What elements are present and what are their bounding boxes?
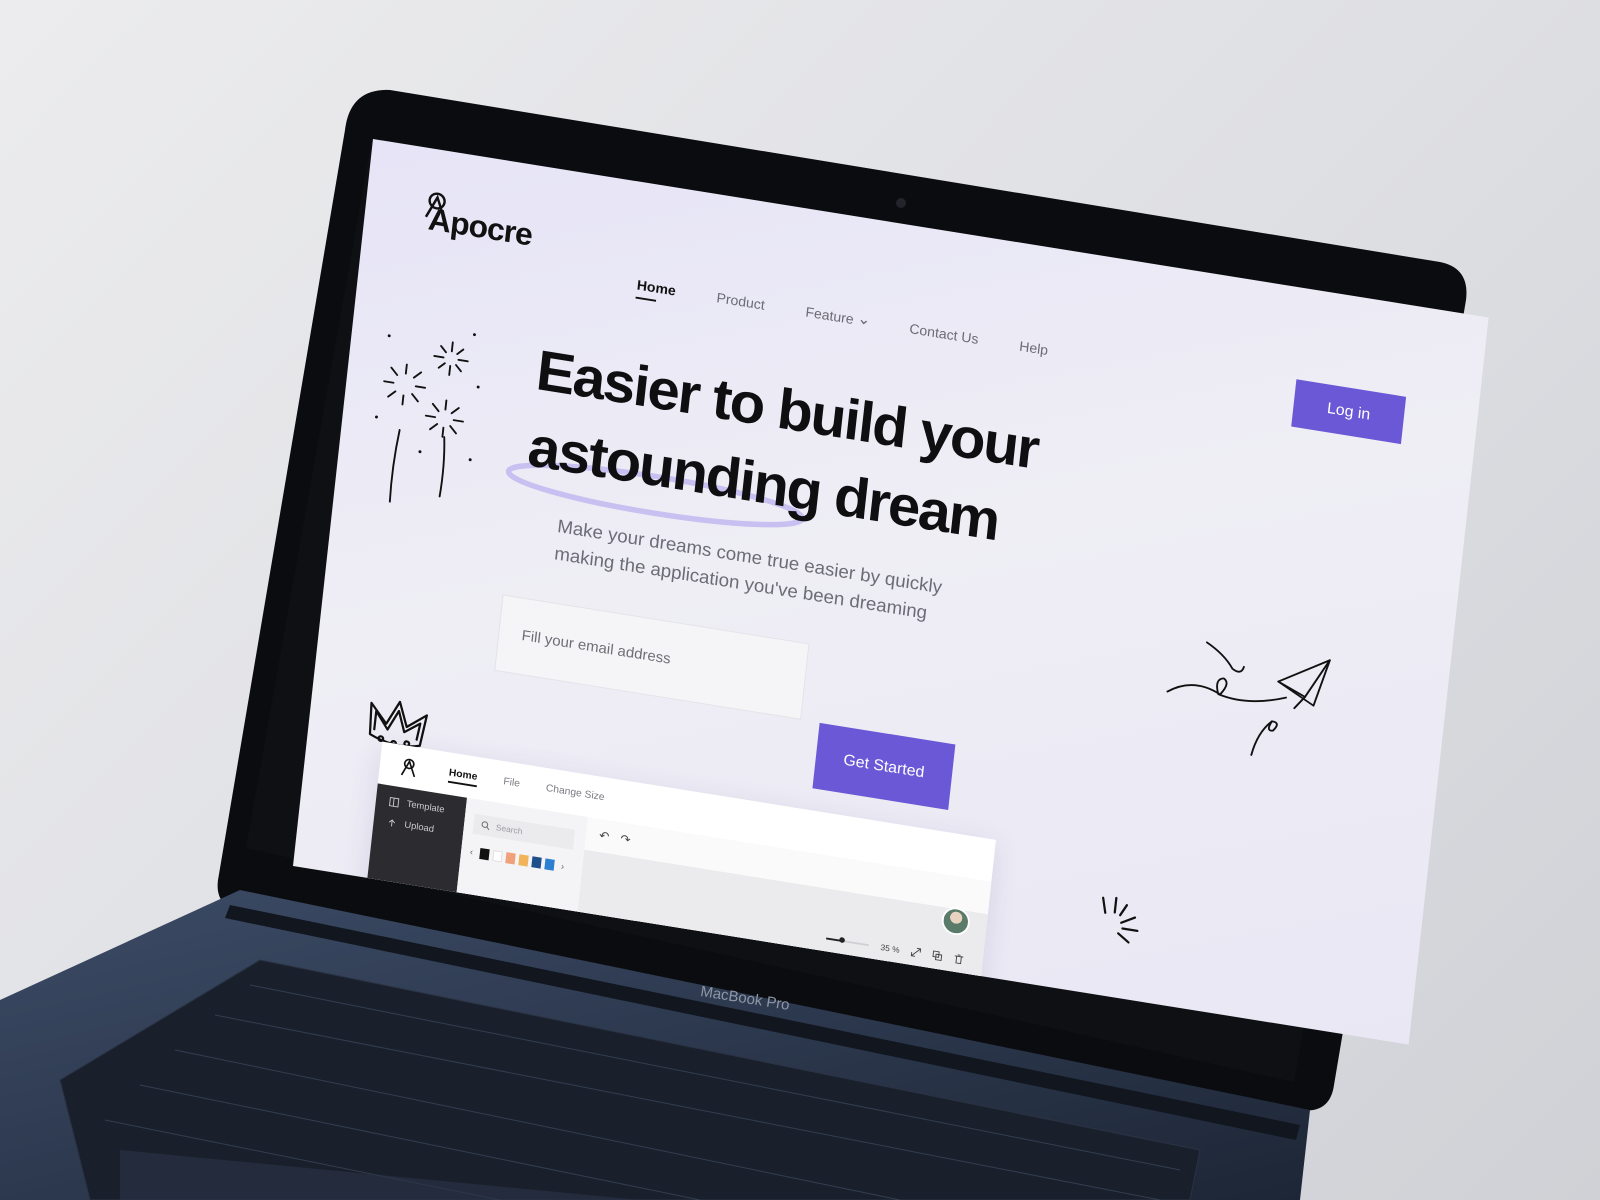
tab-home[interactable]: Home <box>447 767 478 788</box>
nav-label: Product <box>715 290 766 314</box>
swatch[interactable] <box>531 856 542 869</box>
expand-icon[interactable] <box>910 947 922 959</box>
search-placeholder: Search <box>495 822 523 837</box>
nav-label: Contact Us <box>908 321 980 348</box>
swatch[interactable] <box>492 850 503 863</box>
burst-doodle-icon <box>1102 896 1139 944</box>
get-started-button[interactable]: Get Started <box>812 722 956 810</box>
nav-item-feature[interactable]: Feature <box>805 305 870 331</box>
swatch[interactable] <box>479 847 490 861</box>
upload-icon <box>388 819 396 827</box>
chevron-down-icon <box>860 319 868 324</box>
trash-icon[interactable] <box>953 953 964 965</box>
swatch[interactable] <box>505 852 516 865</box>
search-icon <box>481 821 490 831</box>
logo-mark-icon <box>424 192 446 221</box>
nav-item-help[interactable]: Help <box>1018 339 1048 359</box>
duplicate-icon[interactable] <box>932 950 943 962</box>
swatch[interactable] <box>544 858 555 871</box>
brand-logo[interactable]: Apocre <box>424 192 534 254</box>
undo-icon[interactable]: ↶ <box>598 828 610 844</box>
nav-label: Help <box>1018 338 1049 359</box>
tab-change-size[interactable]: Change Size <box>545 783 605 808</box>
nav-label: Feature <box>804 304 855 328</box>
template-icon <box>389 796 400 808</box>
search-input[interactable]: Search <box>472 813 576 850</box>
login-button[interactable]: Log in <box>1291 379 1407 445</box>
chevron-right-icon[interactable]: › <box>557 861 567 872</box>
nav-item-product[interactable]: Product <box>716 290 766 313</box>
main-nav: Home Product Feature Contact Us Help <box>636 278 1049 359</box>
swatch[interactable] <box>518 854 529 867</box>
camera-dot <box>896 198 906 208</box>
paper-plane-doodle-icon <box>1166 641 1331 756</box>
chevron-left-icon[interactable]: ‹ <box>466 846 476 857</box>
nav-item-home[interactable]: Home <box>636 278 676 300</box>
fireworks-doodle-icon <box>374 333 480 504</box>
nav-label: Home <box>636 277 677 300</box>
zoom-slider-knob[interactable] <box>838 936 845 943</box>
logo-mark-icon <box>400 758 416 778</box>
redo-icon[interactable]: ↷ <box>620 832 632 848</box>
color-swatches: ‹ › <box>466 846 568 873</box>
sidebar-item-label: Upload <box>403 820 435 835</box>
tab-file[interactable]: File <box>502 776 521 794</box>
nav-item-contact-us[interactable]: Contact Us <box>909 321 980 347</box>
email-field[interactable] <box>494 594 810 720</box>
